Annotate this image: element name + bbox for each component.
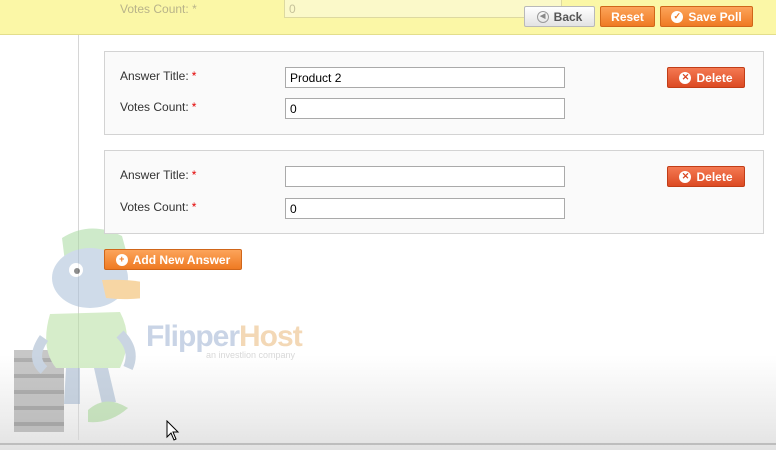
logo-tagline: an investlion company (206, 350, 296, 360)
answer-title-input[interactable] (285, 166, 565, 187)
answer-title-input[interactable] (285, 67, 565, 88)
ghost-votes-count-field: 0 (284, 0, 562, 18)
save-poll-button-label: Save Poll (688, 9, 742, 24)
votes-count-input[interactable] (285, 198, 565, 219)
required-mark: * (191, 168, 197, 182)
mouse-cursor-icon (166, 420, 180, 441)
required-mark: * (191, 200, 197, 214)
delete-x-icon: ✕ (679, 71, 692, 84)
delete-answer-button[interactable]: ✕ Delete (667, 166, 745, 187)
add-new-answer-button[interactable]: + Add New Answer (104, 249, 242, 270)
answer-title-label: Answer Title: * (120, 69, 197, 83)
form-header-bar: Votes Count: * 0 ◀ Back Reset ✓ Save Pol… (0, 0, 776, 35)
reset-button-label: Reset (611, 9, 644, 24)
back-button[interactable]: ◀ Back (524, 6, 595, 27)
required-mark: * (191, 69, 197, 83)
add-new-answer-label: Add New Answer (132, 252, 231, 267)
delete-x-icon: ✕ (679, 170, 692, 183)
logo-brand-flipper: Flipper (146, 320, 240, 353)
delete-button-label: Delete (696, 70, 733, 85)
votes-count-label: Votes Count: * (120, 200, 197, 214)
votes-count-label: Votes Count: * (120, 100, 197, 114)
save-poll-button[interactable]: ✓ Save Poll (660, 6, 753, 27)
back-arrow-icon: ◀ (536, 10, 549, 23)
plus-icon: + (115, 253, 128, 266)
flipperhost-watermark-logo: FlipperHost an investlion company (146, 320, 303, 361)
delete-answer-button[interactable]: ✕ Delete (667, 67, 745, 88)
answer-box-1: Answer Title:* Votes Count:* ✕ Delete (104, 51, 764, 135)
check-icon: ✓ (671, 10, 684, 23)
back-button-label: Back (553, 9, 583, 24)
delete-button-label: Delete (696, 169, 733, 184)
answer-box-2: Answer Title:* Votes Count:* ✕ Delete (104, 150, 764, 234)
logo-brand-host: Host (239, 320, 303, 353)
votes-count-input[interactable] (285, 98, 565, 119)
answer-title-label: Answer Title: * (120, 168, 197, 182)
required-mark: * (191, 100, 197, 114)
page-bottom-border (0, 443, 776, 445)
ghost-votes-count-label: Votes Count: * (120, 2, 197, 16)
reset-button[interactable]: Reset (600, 6, 655, 27)
